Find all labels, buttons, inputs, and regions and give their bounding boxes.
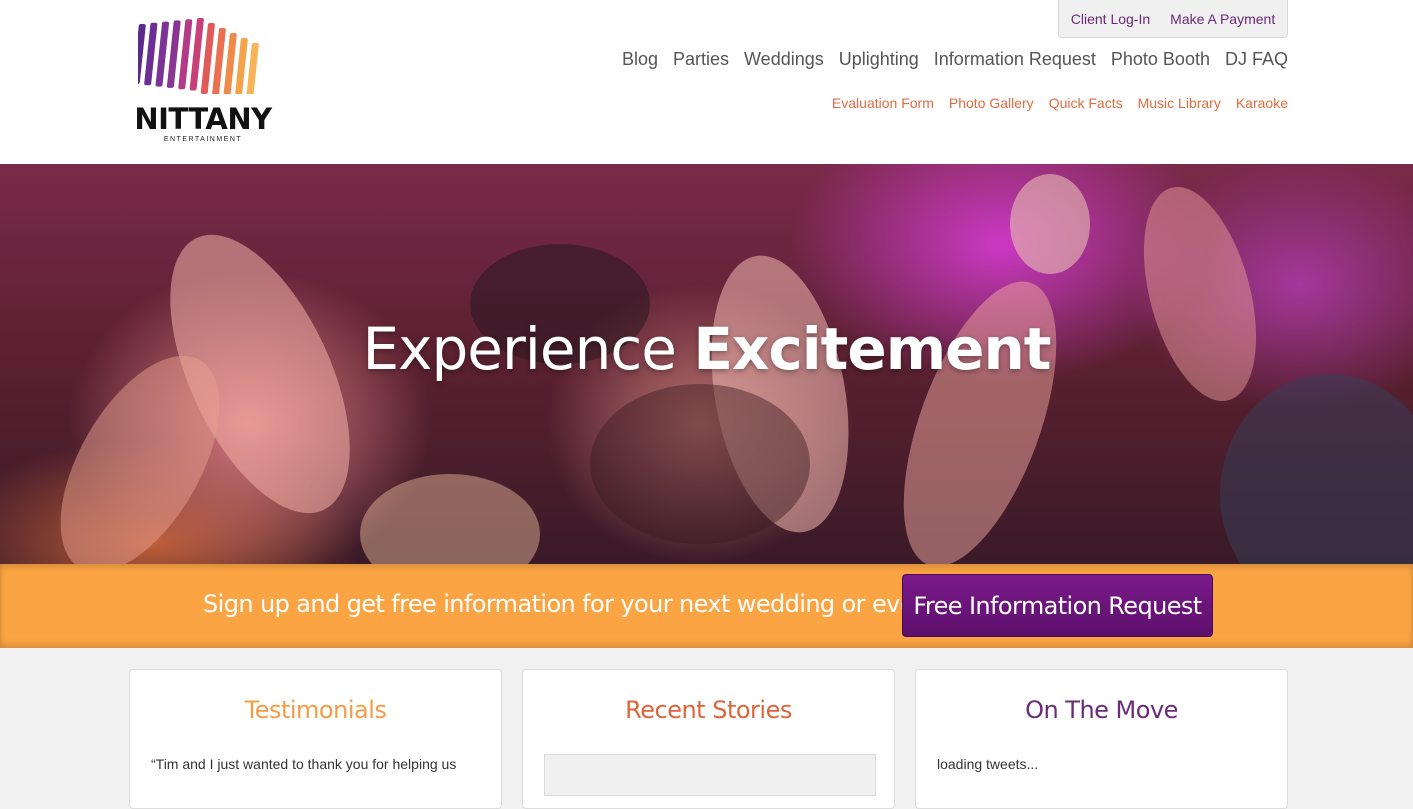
cta-text: Sign up and get free information for you… — [203, 590, 947, 618]
logo-bar — [234, 38, 248, 94]
hero-title-bold: Excitement — [693, 315, 1051, 383]
hero-title: Experience Excitement — [0, 314, 1413, 384]
nav-uplighting[interactable]: Uplighting — [839, 49, 919, 70]
testimonials-card: Testimonials “Tim and I just wanted to t… — [129, 669, 502, 809]
nav-music-library[interactable]: Music Library — [1138, 95, 1221, 111]
nav-blog[interactable]: Blog — [622, 49, 658, 70]
nav-quick-facts[interactable]: Quick Facts — [1049, 95, 1123, 111]
hero-banner: Experience Excitement — [0, 164, 1413, 564]
make-payment-link[interactable]: Make A Payment — [1170, 11, 1275, 27]
main-nav: Blog Parties Weddings Uplighting Informa… — [622, 49, 1288, 70]
logo-bar — [144, 22, 158, 86]
recent-stories-card: Recent Stories — [522, 669, 895, 809]
story-thumbnail[interactable] — [544, 754, 876, 796]
on-the-move-heading: On The Move — [1025, 696, 1178, 724]
testimonials-heading: Testimonials — [244, 696, 387, 724]
logo-tagline: ENTERTAINMENT — [163, 136, 243, 143]
logo-bar — [189, 18, 204, 91]
logo-bars-icon — [138, 18, 259, 94]
logo[interactable]: NITTANY ENTERTAINMENT — [128, 14, 278, 146]
nav-weddings[interactable]: Weddings — [744, 49, 824, 70]
logo-bar — [200, 23, 215, 94]
secondary-nav: Evaluation Form Photo Gallery Quick Fact… — [832, 95, 1288, 111]
logo-bar — [223, 33, 237, 94]
site-header: NITTANY ENTERTAINMENT Client Log-In Make… — [0, 0, 1413, 164]
nav-parties[interactable]: Parties — [673, 49, 729, 70]
tweets-loading-text: loading tweets... — [937, 756, 1039, 772]
logo-wordmark: NITTANY — [134, 102, 272, 136]
nav-photo-booth[interactable]: Photo Booth — [1111, 49, 1210, 70]
logo-bar — [138, 24, 146, 84]
logo-bar — [155, 21, 170, 87]
logo-bar — [212, 28, 226, 94]
utility-nav: Client Log-In Make A Payment — [1058, 0, 1288, 38]
nav-karaoke[interactable]: Karaoke — [1236, 95, 1288, 111]
twitter-feed-card: On The Move loading tweets... — [915, 669, 1288, 809]
signup-cta-band: Sign up and get free information for you… — [0, 564, 1413, 648]
nav-evaluation-form[interactable]: Evaluation Form — [832, 95, 934, 111]
nav-photo-gallery[interactable]: Photo Gallery — [949, 95, 1034, 111]
free-information-request-button[interactable]: Free Information Request — [902, 574, 1213, 637]
logo-bar — [178, 19, 193, 90]
logo-bar — [245, 43, 259, 94]
testimonial-excerpt: “Tim and I just wanted to thank you for … — [151, 756, 457, 772]
nav-information-request[interactable]: Information Request — [934, 49, 1096, 70]
hero-title-light: Experience — [362, 315, 676, 383]
logo-bar — [166, 20, 181, 88]
nav-dj-faq[interactable]: DJ FAQ — [1225, 49, 1288, 70]
client-login-link[interactable]: Client Log-In — [1071, 11, 1150, 27]
recent-stories-heading: Recent Stories — [625, 696, 792, 724]
